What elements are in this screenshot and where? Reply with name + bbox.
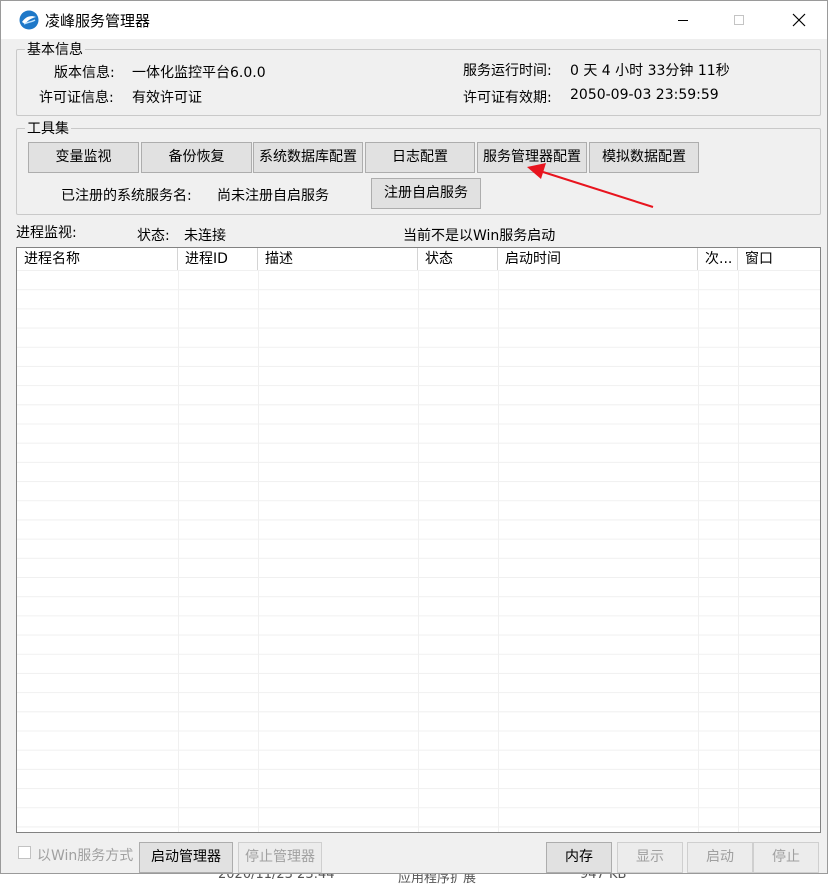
window-title: 凌峰服务管理器 [45,12,151,30]
registered-service-label: 已注册的系统服务名: [61,188,192,204]
column-header-start-time[interactable]: 启动时间 [498,248,698,270]
simulated-data-config-button[interactable]: 模拟数据配置 [589,142,699,173]
version-value: 一体化监控平台6.0.0 [132,65,266,81]
background-text: 应用程序扩展 [398,874,477,884]
stop-button[interactable]: 停止 [753,842,819,873]
background-file-row: 2020/11/23 23:44 应用程序扩展 947 KB [0,874,836,884]
process-table[interactable]: 进程名称 进程ID 描述 状态 启动时间 次... 窗口 [16,247,821,833]
backup-restore-button[interactable]: 备份恢复 [141,142,252,173]
toolset-legend: 工具集 [27,121,69,137]
close-icon [792,13,806,27]
license-expiry-label: 许可证有效期: [463,90,552,106]
service-manager-window: 凌峰服务管理器 基本信息 版本信息: 一体化监控平台6.0.0 许可证信息: 有… [0,0,828,874]
start-button[interactable]: 启动 [687,842,753,873]
column-header-status[interactable]: 状态 [418,248,498,270]
basic-info-legend: 基本信息 [27,42,83,58]
background-text: 947 KB [580,874,627,882]
column-header-window[interactable]: 窗口 [738,248,820,270]
log-config-button[interactable]: 日志配置 [365,142,475,173]
registered-service-value: 尚未注册自启服务 [217,188,329,204]
process-table-header: 进程名称 进程ID 描述 状态 启动时间 次... 窗口 [17,248,820,271]
stop-manager-button[interactable]: 停止管理器 [238,842,322,873]
uptime-value: 0 天 4 小时 33分钟 11秒 [570,63,730,79]
license-value: 有效许可证 [132,90,202,106]
memory-button[interactable]: 内存 [546,842,612,873]
service-mode-note: 当前不是以Win服务启动 [403,228,556,244]
license-expiry-value: 2050-09-03 23:59:59 [570,87,719,103]
version-label: 版本信息: [54,65,115,81]
column-divider [258,270,259,832]
variable-monitor-button[interactable]: 变量监视 [28,142,139,173]
win-service-checkbox-label: 以Win服务方式 [37,848,134,864]
manager-config-button[interactable]: 服务管理器配置 [477,142,587,173]
minimize-icon [678,20,688,21]
column-header-count[interactable]: 次... [698,248,738,270]
show-button[interactable]: 显示 [617,842,683,873]
register-autostart-button[interactable]: 注册自启服务 [371,178,481,209]
column-header-description[interactable]: 描述 [258,248,418,270]
maximize-icon [734,15,744,25]
close-button[interactable] [771,1,827,39]
column-divider [698,270,699,832]
system-db-config-button[interactable]: 系统数据库配置 [253,142,363,173]
column-divider [178,270,179,832]
uptime-label: 服务运行时间: [463,63,552,79]
process-monitor-label: 进程监视: [16,225,77,241]
column-divider [738,270,739,832]
connection-status-value: 未连接 [184,228,226,244]
minimize-button[interactable] [655,1,711,39]
start-manager-button[interactable]: 启动管理器 [139,842,233,873]
win-service-checkbox[interactable] [18,846,31,859]
column-header-process-id[interactable]: 进程ID [178,248,258,270]
column-divider [498,270,499,832]
maximize-button[interactable] [711,1,767,39]
background-text: 2020/11/23 23:44 [218,874,335,882]
license-label: 许可证信息: [39,90,114,106]
app-logo-icon [19,10,39,30]
column-divider [418,270,419,832]
title-bar[interactable]: 凌峰服务管理器 [1,1,827,39]
connection-status-label: 状态: [137,228,170,244]
column-header-process-name[interactable]: 进程名称 [17,248,178,270]
